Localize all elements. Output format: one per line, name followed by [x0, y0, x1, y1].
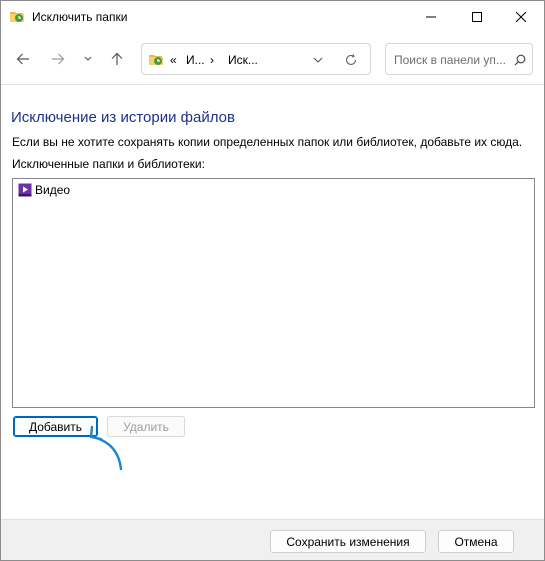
- list-item[interactable]: Видео: [18, 182, 70, 198]
- back-button[interactable]: [11, 47, 35, 71]
- excluded-list-label: Исключенные папки и библиотеки:: [12, 157, 205, 171]
- dialog-footer: Сохранить изменения Отмена: [1, 519, 544, 560]
- chevron-down-icon: [84, 56, 92, 61]
- arrow-up-icon: [111, 52, 123, 65]
- video-library-icon: [18, 183, 32, 197]
- up-button[interactable]: [105, 47, 129, 71]
- search-icon[interactable]: [512, 52, 528, 68]
- exclude-folders-window: Исключить папки « И... › Иск... Поиск в …: [0, 0, 545, 561]
- close-icon: [516, 11, 526, 22]
- navigation-bar: « И... › Иск... Поиск в панели уп...: [1, 33, 544, 85]
- save-changes-button[interactable]: Сохранить изменения: [270, 530, 426, 553]
- breadcrumb-item[interactable]: И...: [186, 53, 205, 67]
- maximize-icon: [472, 11, 482, 22]
- page-description: Если вы не хотите сохранять копии опреде…: [12, 135, 523, 149]
- breadcrumb-separator[interactable]: ›: [210, 53, 214, 67]
- close-button[interactable]: [498, 1, 544, 32]
- window-title: Исключить папки: [32, 10, 128, 24]
- forward-button[interactable]: [46, 47, 70, 71]
- pointer-arrow-icon: [89, 425, 123, 471]
- address-history-button[interactable]: [310, 52, 326, 68]
- arrow-left-icon: [16, 53, 29, 65]
- file-history-icon: [149, 55, 163, 65]
- file-history-icon: [10, 12, 24, 22]
- breadcrumb-item[interactable]: Иск...: [228, 53, 258, 67]
- minimize-button[interactable]: [408, 1, 454, 32]
- title-bar: Исключить папки: [1, 1, 544, 33]
- arrow-right-icon: [52, 53, 65, 65]
- recent-locations-button[interactable]: [78, 47, 98, 71]
- breadcrumb-overflow[interactable]: «: [170, 53, 177, 67]
- minimize-icon: [426, 16, 436, 17]
- excluded-folders-list[interactable]: Видео: [12, 178, 535, 408]
- refresh-icon: [345, 54, 357, 65]
- search-box[interactable]: Поиск в панели уп...: [385, 43, 533, 75]
- search-input[interactable]: Поиск в панели уп...: [394, 53, 506, 67]
- chevron-down-icon: [313, 57, 323, 63]
- page-title: Исключение из истории файлов: [11, 109, 235, 126]
- maximize-button[interactable]: [454, 1, 500, 32]
- refresh-button[interactable]: [343, 52, 359, 68]
- cancel-button[interactable]: Отмена: [438, 530, 514, 553]
- address-bar[interactable]: « И... › Иск...: [141, 43, 371, 75]
- list-item-label: Видео: [35, 183, 71, 197]
